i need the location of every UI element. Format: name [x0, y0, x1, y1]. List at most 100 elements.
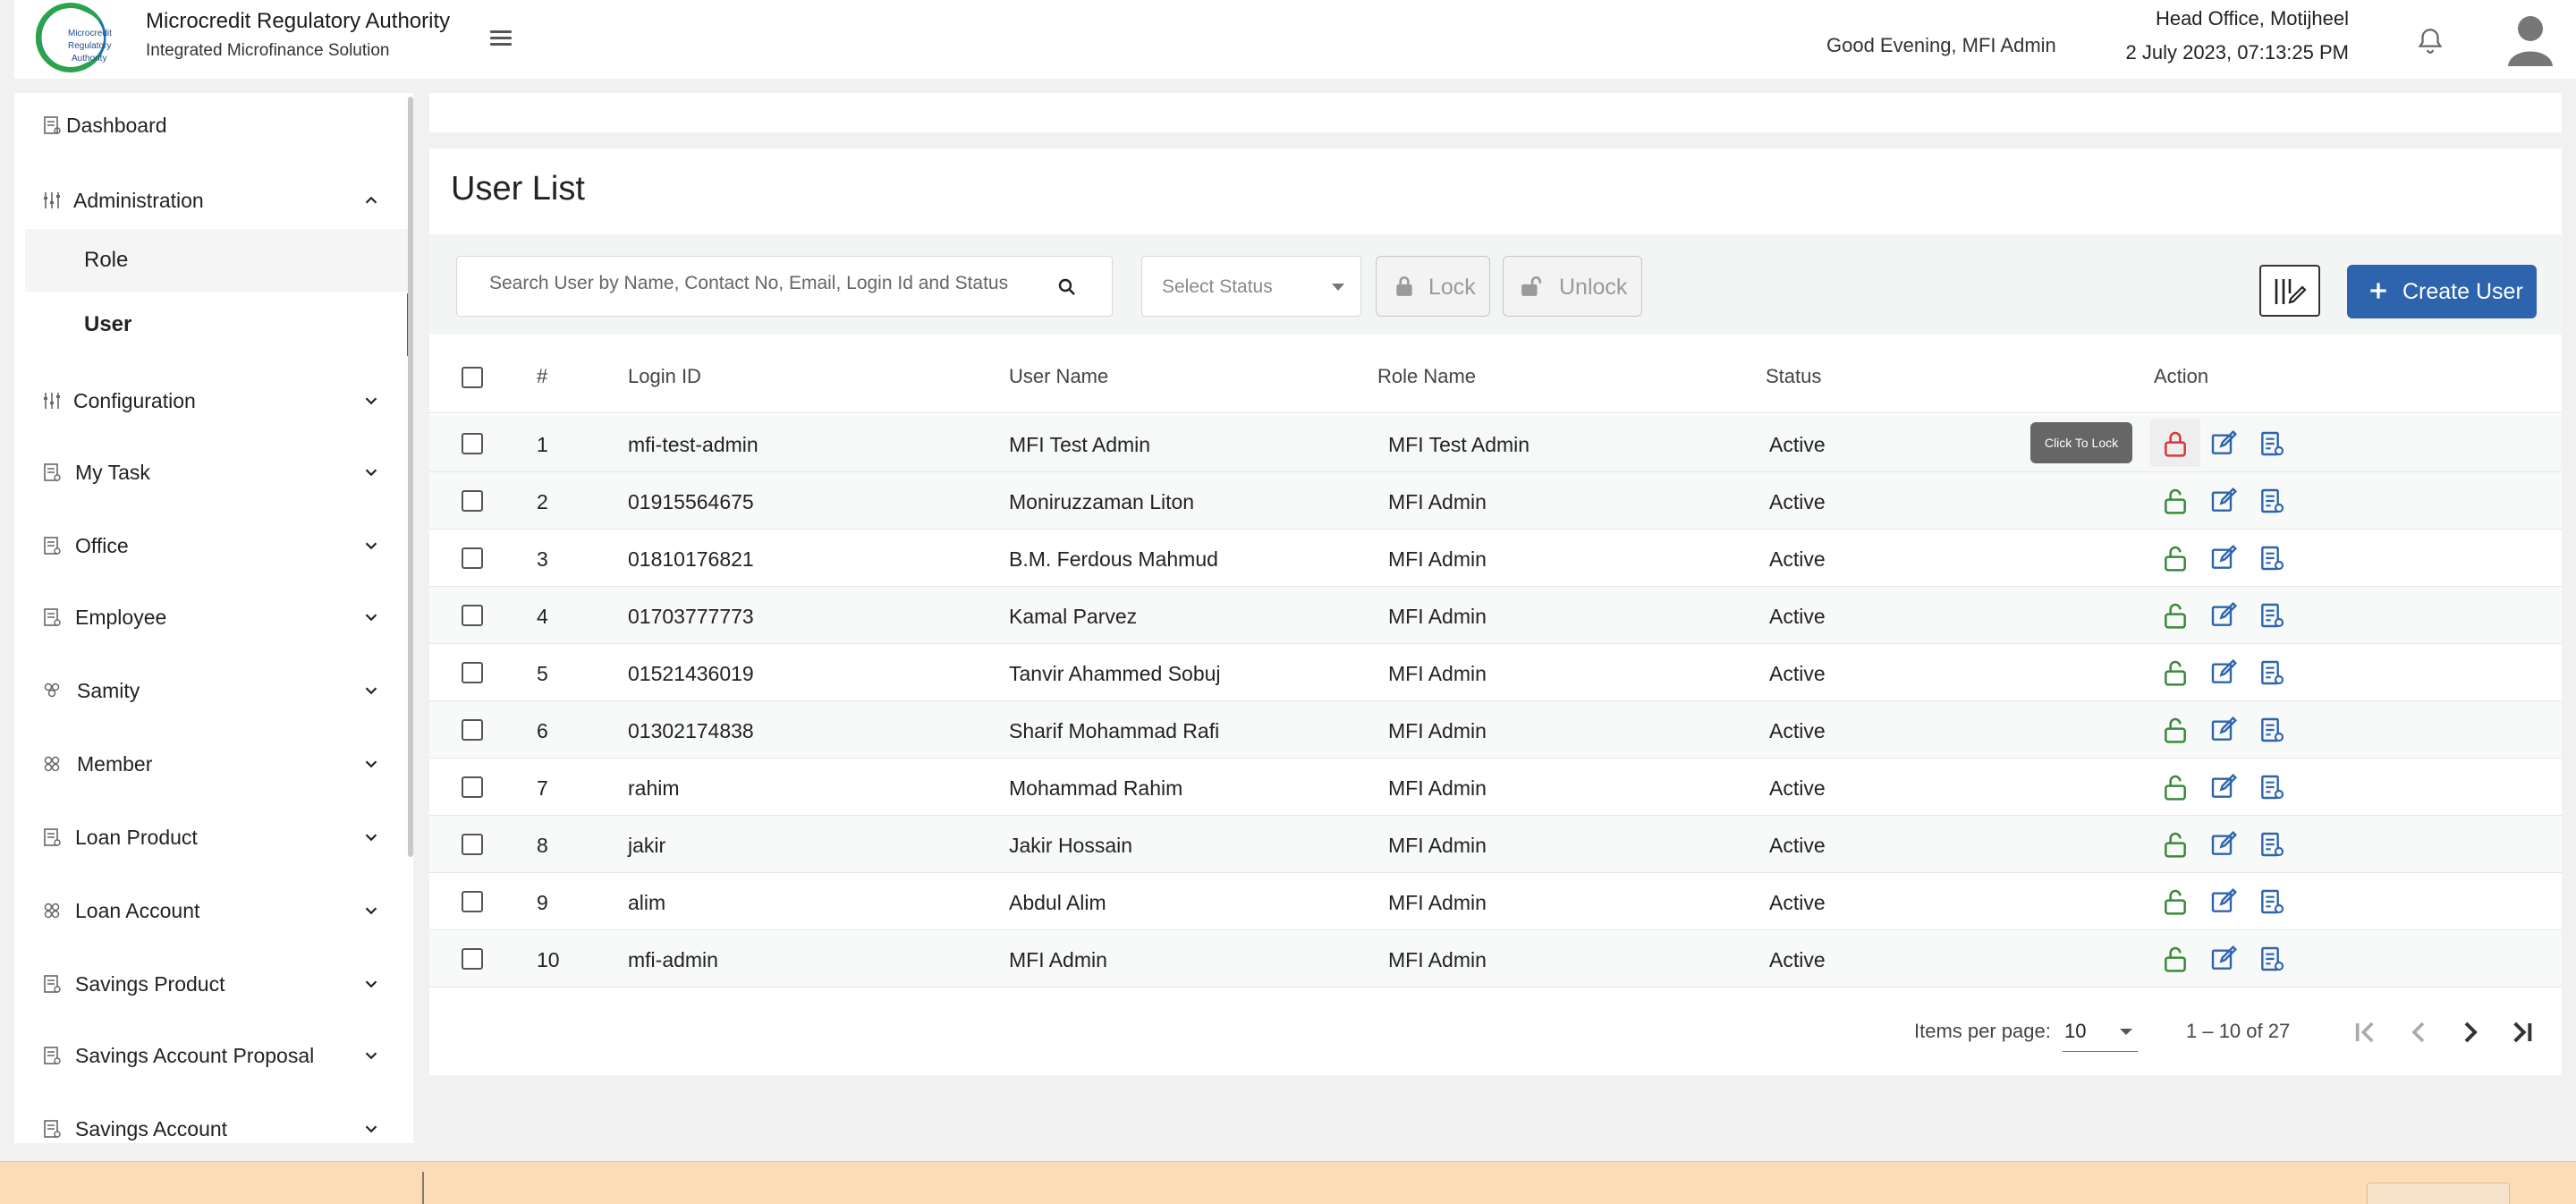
- sidebar-item-savings-product[interactable]: Savings Product: [14, 957, 408, 1011]
- row-checkbox[interactable]: [462, 948, 483, 970]
- sidebar-item-administration[interactable]: Administration: [14, 174, 408, 227]
- row-checkbox[interactable]: [462, 433, 483, 454]
- edit-icon[interactable]: [2209, 716, 2238, 744]
- sidebar-item-employee[interactable]: Employee: [14, 590, 408, 644]
- sidebar-item-my-task[interactable]: My Task: [14, 445, 408, 499]
- row-checkbox[interactable]: [462, 719, 483, 741]
- page-size-select[interactable]: 10: [2063, 1011, 2138, 1052]
- row-user-name: Mohammad Rahim: [1009, 776, 1183, 800]
- edit-icon[interactable]: [2209, 544, 2238, 572]
- edit-icon[interactable]: [2209, 429, 2238, 458]
- row-checkbox[interactable]: [462, 891, 483, 912]
- row-checkbox[interactable]: [462, 834, 483, 855]
- sidebar-item-configuration[interactable]: Configuration: [14, 374, 408, 428]
- details-icon[interactable]: [2258, 429, 2286, 458]
- table-row[interactable]: 5 01521436019 Tanvir Ahammed Sobuj MFI Admi…: [429, 644, 2562, 701]
- sidebar-item-samity[interactable]: Samity: [14, 664, 408, 717]
- chevron-down-icon: [365, 760, 377, 768]
- search-field[interactable]: [456, 256, 1113, 317]
- create-user-button[interactable]: Create User: [2347, 265, 2537, 318]
- table-row[interactable]: 7 rahim Mohammad Rahim MFI Admin Active: [429, 759, 2562, 816]
- edit-icon[interactable]: [2209, 773, 2238, 801]
- row-user-name: Jakir Hossain: [1009, 834, 1133, 857]
- unlocked-icon[interactable]: [2161, 716, 2190, 744]
- table-row[interactable]: 3 01810176821 B.M. Ferdous Mahmud MFI Admin…: [429, 530, 2562, 587]
- row-checkbox[interactable]: [462, 605, 483, 626]
- edit-icon[interactable]: [2209, 601, 2238, 630]
- sidebar-subitem-user[interactable]: User: [25, 293, 411, 356]
- next-page-icon[interactable]: [2453, 1014, 2488, 1050]
- row-checkbox[interactable]: [462, 776, 483, 798]
- sidebar-item-loan-account[interactable]: Loan Account: [14, 884, 408, 937]
- row-user-name: Kamal Parvez: [1009, 605, 1138, 628]
- first-page-icon[interactable]: [2347, 1014, 2383, 1050]
- row-checkbox[interactable]: [462, 662, 483, 683]
- previous-page-icon[interactable]: [2401, 1014, 2436, 1050]
- edit-icon[interactable]: [2209, 945, 2238, 973]
- office-name: Head Office, Motijheel: [2155, 7, 2349, 30]
- edit-icon[interactable]: [2209, 658, 2238, 687]
- unlock-button[interactable]: Unlock: [1503, 256, 1642, 317]
- unlocked-icon[interactable]: [2161, 601, 2190, 630]
- row-role-name: MFI Admin: [1388, 490, 1487, 513]
- sidebar-item-savings-account-proposal[interactable]: Savings Account Proposal: [14, 1029, 408, 1082]
- column-settings-button[interactable]: [2259, 265, 2320, 317]
- details-icon[interactable]: [2258, 544, 2286, 572]
- document-icon: [44, 463, 61, 481]
- table-row[interactable]: 2 01915564675 Moniruzzaman Liton MFI Admin A…: [429, 472, 2562, 530]
- lock-user-icon[interactable]: [2161, 429, 2190, 458]
- chevron-down-icon: [365, 687, 377, 695]
- table-row[interactable]: 1 mfi-test-admin MFI Test Admin MFI Test Ad…: [429, 415, 2562, 472]
- unlocked-icon[interactable]: [2161, 487, 2190, 515]
- notification-bell-icon[interactable]: [2415, 25, 2445, 57]
- row-status: Active: [1769, 719, 1826, 742]
- sidebar-item-office[interactable]: Office: [14, 519, 408, 572]
- column-header-role-name: Role Name: [1377, 365, 1477, 387]
- row-login-id: jakir: [628, 834, 666, 857]
- status-select[interactable]: Select Status: [1141, 256, 1361, 317]
- row-checkbox[interactable]: [462, 490, 483, 512]
- search-input[interactable]: [489, 273, 1026, 294]
- row-checkbox[interactable]: [462, 547, 483, 569]
- dashboard-icon: [44, 116, 61, 134]
- banner-button[interactable]: [2367, 1183, 2510, 1204]
- details-icon[interactable]: [2258, 487, 2286, 515]
- sidebar-item-dashboard[interactable]: Dashboard: [14, 98, 408, 152]
- unlocked-icon[interactable]: [2161, 887, 2190, 916]
- last-page-icon[interactable]: [2504, 1014, 2540, 1050]
- unlocked-icon[interactable]: [2161, 544, 2190, 572]
- sidebar-subitem-label: Role: [84, 248, 129, 272]
- unlocked-icon[interactable]: [2161, 830, 2190, 859]
- details-icon[interactable]: [2258, 601, 2286, 630]
- sidebar-subitem-role[interactable]: Role: [25, 229, 411, 292]
- sidebar-item-member[interactable]: Member: [14, 737, 408, 791]
- details-icon[interactable]: [2258, 716, 2286, 744]
- table-row[interactable]: 9 alim Abdul Alim MFI Admin Active: [429, 873, 2562, 930]
- unlock-icon: [1521, 276, 1542, 296]
- table-row[interactable]: 10 mfi-admin MFI Admin MFI Admin Active: [429, 930, 2562, 988]
- user-avatar-icon[interactable]: [2506, 13, 2555, 66]
- search-icon[interactable]: [1056, 276, 1078, 298]
- hamburger-menu-icon[interactable]: [488, 27, 513, 52]
- unlocked-icon[interactable]: [2161, 945, 2190, 973]
- table-row[interactable]: 6 01302174838 Sharif Mohammad Rafi MFI Admi…: [429, 701, 2562, 759]
- select-all-checkbox[interactable]: [462, 367, 483, 388]
- table-row[interactable]: 4 01703777773 Kamal Parvez MFI Admin Active: [429, 587, 2562, 644]
- details-icon[interactable]: [2258, 887, 2286, 916]
- details-icon[interactable]: [2258, 945, 2286, 973]
- unlocked-icon[interactable]: [2161, 773, 2190, 801]
- sidebar-item-savings-account[interactable]: Savings Account: [14, 1102, 408, 1143]
- row-role-name: MFI Admin: [1388, 948, 1487, 971]
- unlocked-icon[interactable]: [2161, 658, 2190, 687]
- row-login-id: mfi-test-admin: [628, 433, 758, 456]
- lock-button[interactable]: Lock: [1376, 256, 1490, 317]
- edit-icon[interactable]: [2209, 830, 2238, 859]
- details-icon[interactable]: [2258, 830, 2286, 859]
- details-icon[interactable]: [2258, 658, 2286, 687]
- table-row[interactable]: 8 jakir Jakir Hossain MFI Admin Active: [429, 816, 2562, 873]
- edit-icon[interactable]: [2209, 887, 2238, 916]
- sidebar-item-loan-product[interactable]: Loan Product: [14, 810, 408, 864]
- edit-icon[interactable]: [2209, 487, 2238, 515]
- details-icon[interactable]: [2258, 773, 2286, 801]
- sidebar-scrollbar[interactable]: [408, 97, 413, 857]
